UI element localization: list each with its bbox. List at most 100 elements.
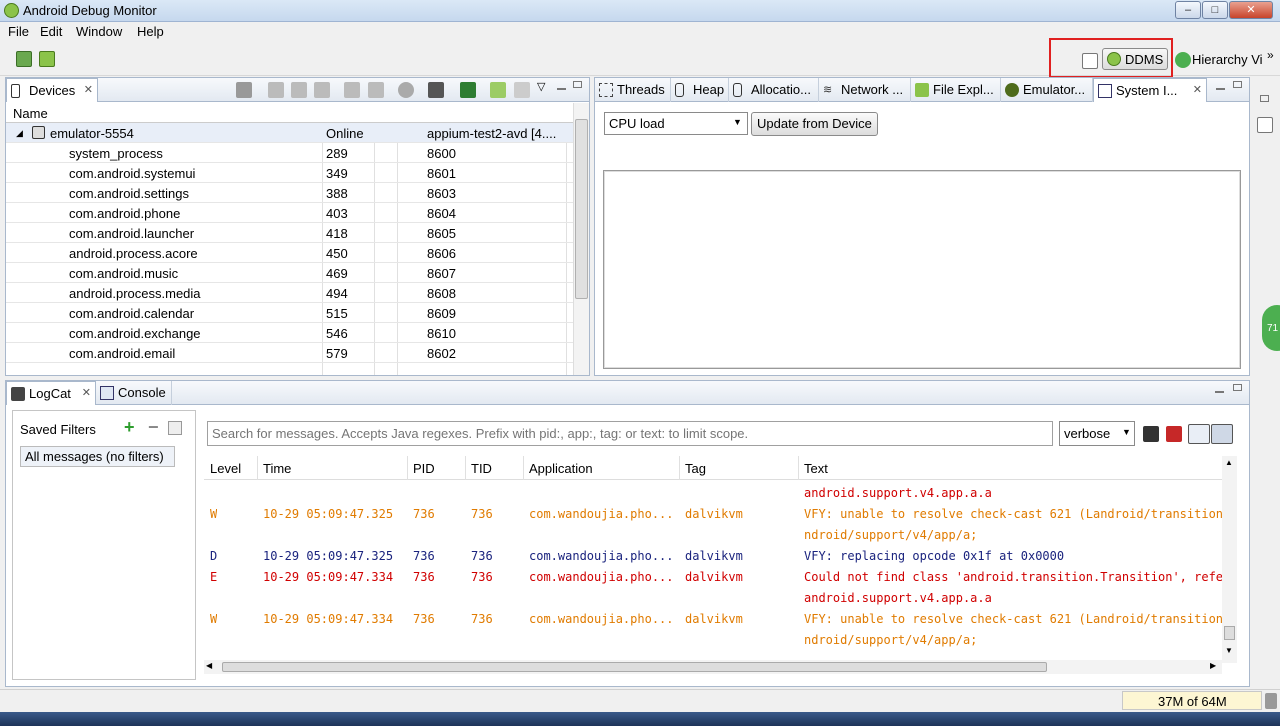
minimize-view-icon[interactable] (557, 83, 566, 90)
process-row[interactable]: com.android.settings 388 8603 (6, 183, 576, 203)
menu-edit[interactable]: Edit (40, 24, 62, 39)
device-row[interactable]: ◢ emulator-5554 Online appium-test2-avd … (6, 123, 576, 143)
log-vertical-scrollbar[interactable]: ▲ ▼ (1222, 456, 1237, 663)
tab-allocation[interactable]: Allocatio... (729, 78, 819, 102)
update-from-device-button[interactable]: Update from Device (751, 112, 878, 136)
column-application-header[interactable]: Application (529, 461, 593, 476)
log-row[interactable]: E 10-29 05:09:47.334 736 736 com.wandoujia.p… (204, 566, 1222, 587)
close-button[interactable]: ✕ (1229, 1, 1273, 19)
devices-scroll-thumb[interactable] (575, 119, 588, 299)
process-row-partial[interactable] (6, 363, 576, 375)
restore-view-icon[interactable] (1260, 95, 1269, 102)
update-threads-icon[interactable] (344, 82, 360, 98)
scroll-left-icon[interactable]: ◀ (206, 661, 212, 670)
dump-view-hierarchy-icon[interactable] (460, 82, 476, 98)
process-row[interactable]: com.android.launcher 418 8605 (6, 223, 576, 243)
perspective-hierarchy[interactable]: Hierarchy Vi (1192, 52, 1263, 67)
toggle-filters-icon[interactable] (1188, 424, 1210, 444)
column-name-header[interactable]: Name (13, 106, 48, 121)
sysinfo-select[interactable]: CPU load ▼ (604, 112, 748, 135)
tab-console[interactable]: Console (96, 381, 172, 405)
update-heap-icon[interactable] (268, 82, 284, 98)
log-row[interactable]: ndroid/support/v4/app/a; (204, 629, 1222, 650)
log-text: VFY: replacing opcode 0x1f at 0x0000 (804, 549, 1065, 563)
close-icon[interactable]: ✕ (84, 83, 93, 96)
scroll-up-icon[interactable]: ▲ (1225, 458, 1233, 467)
log-row[interactable]: ndroid/support/v4/app/a; (204, 524, 1222, 545)
view-menu-icon[interactable]: ▽ (537, 80, 545, 93)
remove-filter-icon[interactable]: − (148, 417, 159, 438)
menu-file[interactable]: File (8, 24, 29, 39)
maximize-view-icon[interactable] (1233, 384, 1242, 391)
tab-system-info[interactable]: System I... ✕ (1093, 78, 1207, 102)
maximize-view-icon[interactable] (573, 81, 582, 88)
process-row[interactable]: com.android.exchange 546 8610 (6, 323, 576, 343)
log-row[interactable]: W 10-29 05:09:47.325 736 736 com.wandoujia.p… (204, 503, 1222, 524)
log-row[interactable]: android.support.v4.app.a.a (204, 482, 1222, 503)
cause-gc-icon[interactable] (314, 82, 330, 98)
column-tid-header[interactable]: TID (471, 461, 492, 476)
scroll-right-icon[interactable]: ▶ (1210, 661, 1216, 670)
heap-status[interactable]: 37M of 64M (1122, 691, 1262, 710)
column-time-header[interactable]: Time (263, 461, 291, 476)
column-level-header[interactable]: Level (210, 461, 241, 476)
save-log-icon[interactable] (1143, 426, 1159, 442)
scroll-lock-icon[interactable] (1211, 424, 1233, 444)
install-apk-icon[interactable] (16, 51, 32, 67)
debug-icon[interactable] (236, 82, 252, 98)
edit-filter-icon[interactable] (168, 421, 182, 435)
start-method-profiling-icon[interactable] (368, 82, 384, 98)
tab-logcat[interactable]: LogCat ✕ (6, 381, 96, 405)
maximize-view-icon[interactable] (1233, 81, 1242, 88)
menu-window[interactable]: Window (76, 24, 122, 39)
process-row[interactable]: android.process.media 494 8608 (6, 283, 576, 303)
add-filter-icon[interactable]: + (124, 417, 135, 438)
tab-heap[interactable]: Heap (671, 78, 729, 102)
process-row[interactable]: system_process 289 8600 (6, 143, 576, 163)
stop-process-icon[interactable] (398, 82, 414, 98)
tab-emulator[interactable]: Emulator... (1001, 78, 1093, 102)
notes-icon[interactable] (1257, 117, 1273, 133)
filter-item-all[interactable]: All messages (no filters) (20, 446, 175, 467)
tab-devices[interactable]: Devices ✕ (6, 78, 98, 102)
process-row[interactable]: com.android.music 469 8607 (6, 263, 576, 283)
log-horizontal-scrollbar[interactable]: ◀ ▶ (204, 660, 1222, 674)
process-row[interactable]: android.process.acore 450 8606 (6, 243, 576, 263)
close-icon[interactable]: ✕ (82, 386, 91, 399)
scroll-down-icon[interactable]: ▼ (1225, 646, 1233, 655)
menu-help[interactable]: Help (137, 24, 164, 39)
tab-network[interactable]: ≋ Network ... (819, 78, 911, 102)
minimize-button[interactable]: – (1175, 1, 1201, 19)
maximize-button[interactable]: □ (1202, 1, 1228, 19)
close-icon[interactable]: ✕ (1193, 83, 1202, 96)
minimize-view-icon[interactable] (1215, 386, 1224, 393)
clear-log-icon[interactable] (1166, 426, 1182, 442)
log-level-select[interactable]: verbose ▼ (1059, 421, 1135, 446)
log-hscroll-thumb[interactable] (222, 662, 1047, 672)
process-row[interactable]: com.android.email 579 8602 (6, 343, 576, 363)
expand-icon[interactable]: ◢ (16, 128, 23, 139)
systrace-icon[interactable] (490, 82, 506, 98)
log-row[interactable]: W 10-29 05:09:47.334 736 736 com.wandoujia.p… (204, 608, 1222, 629)
column-tag-header[interactable]: Tag (685, 461, 706, 476)
opengl-trace-icon[interactable] (514, 82, 530, 98)
process-row[interactable]: com.android.calendar 515 8609 (6, 303, 576, 323)
trash-icon[interactable] (1265, 693, 1277, 709)
process-row[interactable]: com.android.systemui 349 8601 (6, 163, 576, 183)
log-vscroll-thumb[interactable] (1224, 626, 1235, 640)
logcat-search-input[interactable] (207, 421, 1053, 446)
devices-scrollbar[interactable] (573, 103, 589, 375)
log-row[interactable]: D 10-29 05:09:47.325 736 736 com.wandoujia.p… (204, 545, 1222, 566)
screen-capture-icon[interactable] (428, 82, 444, 98)
log-row[interactable]: android.support.v4.app.a.a (204, 587, 1222, 608)
column-pid-header[interactable]: PID (413, 461, 435, 476)
floating-badge[interactable]: 71 (1262, 305, 1280, 351)
tab-file-explorer[interactable]: File Expl... (911, 78, 1001, 102)
device-icon[interactable] (39, 51, 55, 67)
dump-hprof-icon[interactable] (291, 82, 307, 98)
minimize-view-icon[interactable] (1216, 83, 1225, 90)
column-text-header[interactable]: Text (804, 461, 828, 476)
tab-threads[interactable]: Threads (595, 78, 671, 102)
process-row[interactable]: com.android.phone 403 8604 (6, 203, 576, 223)
more-perspectives-button[interactable]: » (1267, 48, 1274, 62)
